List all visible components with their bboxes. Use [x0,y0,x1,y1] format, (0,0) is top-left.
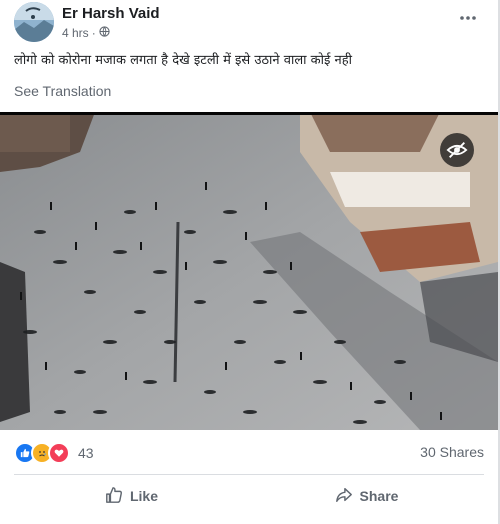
reaction-count[interactable]: 43 [78,445,94,461]
globe-icon [99,26,110,40]
like-label: Like [129,488,158,504]
media-top-edge [0,112,498,115]
shares-count[interactable]: 30 Shares [420,444,484,460]
reaction-icons[interactable] [14,442,70,464]
post-video[interactable] [0,112,498,430]
avatar[interactable] [14,2,54,42]
post-meta: 4 hrs · [62,26,110,40]
post-actions: Like Share [14,478,484,514]
thumbs-up-icon [105,486,123,507]
share-button[interactable]: Share [249,478,484,514]
like-button[interactable]: Like [14,478,249,514]
post-time[interactable]: 4 hrs [62,26,89,40]
post-header: Er Harsh Vaid 4 hrs · [14,2,488,42]
love-icon [48,442,70,464]
post-stats: 43 30 Shares [14,442,484,464]
meta-separator: · [91,26,96,40]
share-label: Share [359,488,399,504]
author-name[interactable]: Er Harsh Vaid [62,5,160,22]
divider [14,474,484,475]
video-still [0,112,498,430]
more-options-icon[interactable] [454,8,482,28]
post-card: Er Harsh Vaid 4 hrs · लोगो को कोरोना मजा… [0,0,500,524]
post-text: लोगो को कोरोना मजाक लगता है देखे इटली मे… [14,53,352,68]
eye-slash-icon[interactable] [440,133,474,167]
see-translation-link[interactable]: See Translation [14,83,111,99]
share-arrow-icon [335,486,353,507]
